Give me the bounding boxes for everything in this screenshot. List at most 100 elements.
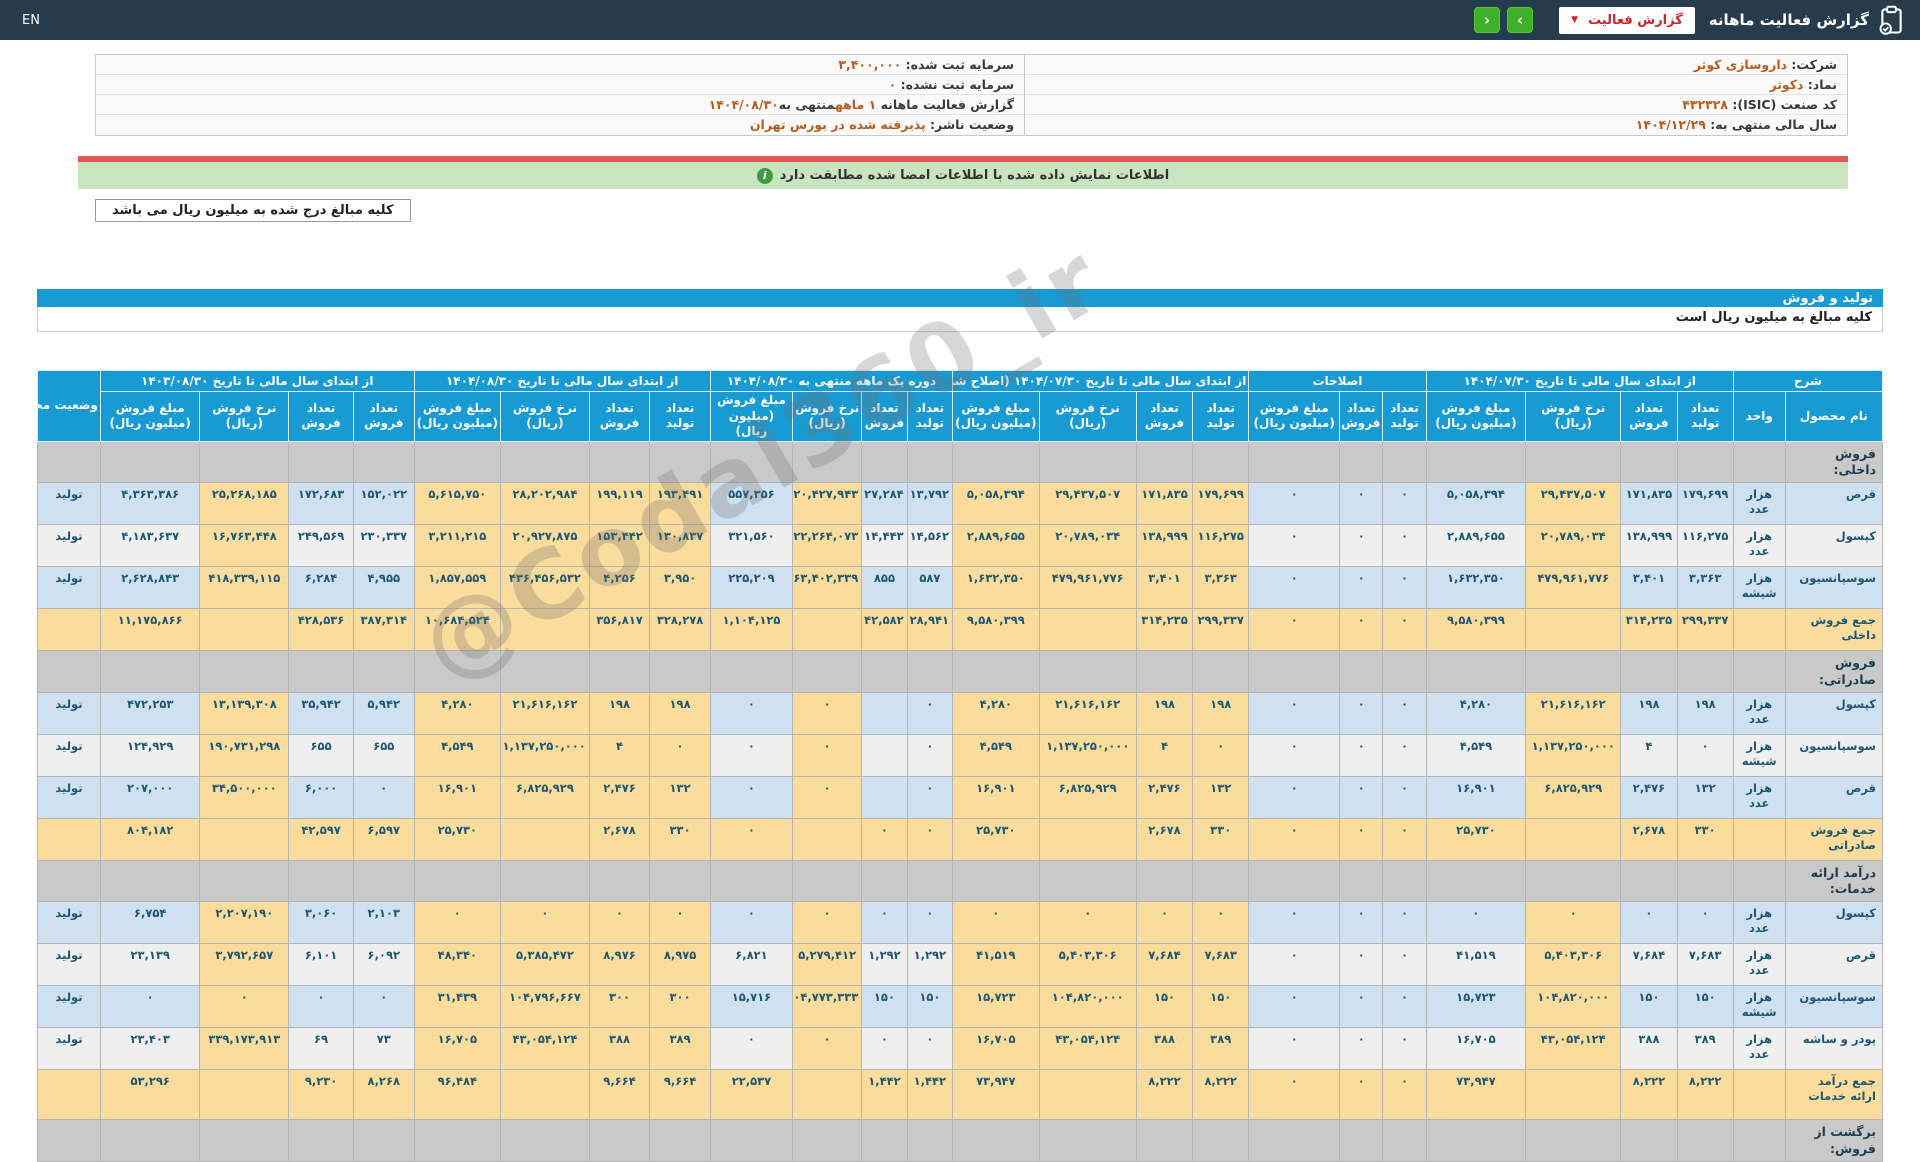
table-cell	[1339, 440, 1384, 484]
table-cell	[952, 440, 1040, 484]
table-cell	[1425, 440, 1527, 484]
table-cell: ۱۹۰,۷۳۱,۲۹۸	[199, 733, 290, 777]
nav-next-button[interactable]: ›	[1507, 7, 1534, 33]
table-cell: ۰	[1620, 901, 1678, 945]
table-cell: ۷,۶۸۴	[1620, 943, 1678, 987]
table-cell	[906, 440, 954, 484]
product-row: قرص هزار عدد ۱۷۹,۶۹۹ ۱۷۱,۸۳۵ ۲۹,۴۳۷,۵۰۷ ۵,۰۵۸…	[37, 482, 1884, 526]
table-cell	[792, 817, 863, 861]
table-cell: ۳۰۰	[588, 985, 651, 1029]
table-cell: ۱۳,۱۳۹,۳۰۸	[199, 691, 290, 735]
table-cell: ۳,۹۵۰	[649, 566, 711, 610]
table-cell: ۵,۹۴۲	[353, 691, 415, 735]
table-cell: ۱۹۸	[1192, 691, 1250, 735]
group-header: از ابتدای سال مالی تا تاریخ ۱۴۰۴/۰۷/۳۰	[1425, 370, 1734, 392]
table-cell	[952, 1119, 1040, 1162]
table-cell: ۴,۳۶۳,۳۸۶	[99, 482, 201, 526]
table-unit-note: کلیه مبالغ به میلیون ریال است	[37, 307, 1883, 332]
column-header: واحد	[1732, 391, 1786, 442]
table-cell	[861, 733, 908, 777]
table-cell	[37, 440, 101, 484]
column-header: نرخ فروش (ریال)	[1525, 391, 1622, 442]
table-cell: ۰	[1339, 1069, 1384, 1121]
table-cell: ۲۰,۴۲۷,۹۴۳	[792, 482, 863, 526]
table-cell	[792, 859, 863, 903]
table-cell: ۹,۶۶۴	[649, 1069, 711, 1121]
language-switch[interactable]: EN	[16, 11, 46, 30]
production-sales-table: شرح از ابتدای سال مالی تا تاریخ ۱۴۰۴/۰۷/۳…	[37, 370, 1884, 1162]
table-cell: ۴,۹۵۵	[353, 566, 415, 610]
table-cell: ۱,۸۵۷,۵۵۹	[413, 566, 502, 610]
product-name-cell: قرص	[1784, 775, 1884, 819]
table-cell	[1038, 608, 1137, 652]
table-cell: ۰	[709, 901, 794, 945]
table-cell: ۱۵۲,۰۲۲	[353, 482, 415, 526]
table-cell	[792, 1119, 863, 1162]
product-name-cell: کپسول	[1784, 691, 1884, 735]
unit-cell: هزار شیشه	[1732, 985, 1786, 1029]
table-cell: ۰	[1382, 733, 1427, 777]
table-cell	[1248, 859, 1341, 903]
table-cell: ۲۹,۴۳۷,۵۰۷	[1038, 482, 1137, 526]
table-cell: ۸,۹۷۵	[649, 943, 711, 987]
table-cell: ۰	[1339, 733, 1384, 777]
table-cell: ۰	[1248, 775, 1341, 819]
table-cell: ۱۵,۷۱۶	[709, 985, 794, 1029]
table-cell: ۱۴,۵۶۲	[906, 524, 954, 568]
product-name-cell: پودر و ساشه	[1784, 1027, 1884, 1071]
table-cell	[649, 650, 711, 693]
table-cell	[1382, 650, 1427, 693]
unit-cell: هزار عدد	[1732, 524, 1786, 568]
table-cell	[588, 440, 651, 484]
table-cell: ۰	[413, 901, 502, 945]
table-cell	[1248, 650, 1341, 693]
company-info-row: کد صنعت (ISIC): ۴۳۲۳۲۸	[1025, 95, 1847, 115]
table-cell: ۱۳,۷۹۲	[906, 482, 954, 526]
table-cell: ۲۵,۷۳۰	[413, 817, 502, 861]
table-cell: ۰	[1339, 691, 1384, 735]
table-cell	[1525, 859, 1622, 903]
table-cell: ۰	[861, 1027, 908, 1071]
section-label: فروش صادراتی:	[1784, 650, 1884, 693]
table-cell	[99, 440, 201, 484]
table-cell	[99, 1119, 201, 1162]
table-cell: ۱۱۶,۲۷۵	[1192, 524, 1250, 568]
table-cell	[1248, 1119, 1341, 1162]
table-cell: ۰	[500, 901, 590, 945]
table-cell: ۰	[906, 1027, 954, 1071]
table-cell: ۲,۶۲۸,۸۴۳	[99, 566, 201, 610]
table-cell: ۳۸۹	[1676, 1027, 1734, 1071]
table-cell	[500, 1119, 590, 1162]
table-cell: ۷,۶۸۳	[1676, 943, 1734, 987]
table-cell: ۵,۲۷۹,۴۱۲	[792, 943, 863, 987]
nav-prev-button[interactable]: ‹	[1474, 7, 1501, 33]
table-cell: ۱,۱۳۷,۲۵۰,۰۰۰	[500, 733, 590, 777]
table-cell: ۰	[1339, 1027, 1384, 1071]
unit-note-row: کلیه مبالغ درج شده به میلیون ریال می باش…	[95, 199, 1842, 222]
table-cell: ۶,۵۹۷	[353, 817, 415, 861]
table-cell: ۳۳۰	[649, 817, 711, 861]
table-cell	[1732, 440, 1786, 484]
report-type-dropdown[interactable]: گزارش فعالیت ▼	[1559, 6, 1695, 34]
table-cell: ۰	[709, 733, 794, 777]
column-header: نرخ فروش (ریال)	[500, 391, 590, 442]
table-cell	[861, 440, 908, 484]
table-cell	[906, 859, 954, 903]
table-cell: ۶,۲۸۴	[288, 566, 354, 610]
unit-cell	[1732, 817, 1786, 861]
table-cell: ۲,۲۰۷,۱۹۰	[199, 901, 290, 945]
table-cell: ۵,۴۰۳,۳۰۶	[1525, 943, 1622, 987]
status-cell: تولید	[37, 733, 101, 777]
status-cell: تولید	[37, 985, 101, 1029]
table-cell: ۴,۲۸۰	[952, 691, 1040, 735]
product-name-cell: سوسپانسیون	[1784, 985, 1884, 1029]
table-cell	[1425, 650, 1527, 693]
status-cell: تولید	[37, 775, 101, 819]
table-cell	[1620, 1119, 1678, 1162]
table-cell: ۲,۶۷۸	[588, 817, 651, 861]
table-cell	[709, 440, 794, 484]
table-cell: ۵,۳۸۵,۴۷۲	[500, 943, 590, 987]
table-cell: ۱۹۸	[1135, 691, 1194, 735]
unit-cell: هزار شیشه	[1732, 733, 1786, 777]
table-cell: ۸,۲۶۸	[353, 1069, 415, 1121]
